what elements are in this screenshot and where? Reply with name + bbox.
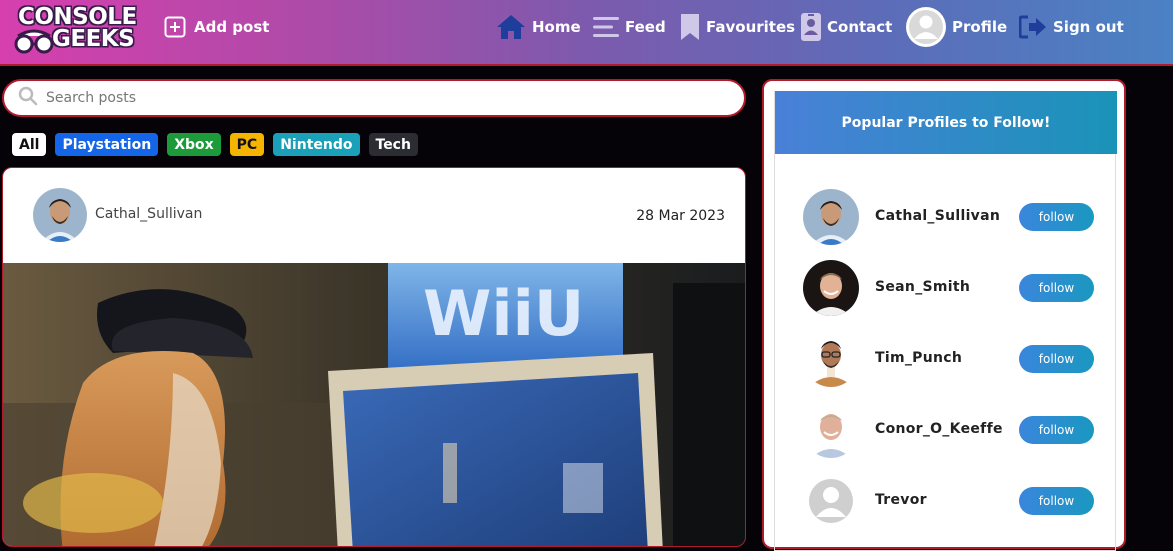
profile-row: Conor_O_Keeffe follow (775, 402, 1117, 462)
post-author-name[interactable]: Cathal_Sullivan (95, 206, 202, 222)
default-avatar-icon[interactable] (803, 473, 859, 529)
profile-avatar[interactable] (803, 402, 859, 458)
bookmark-icon (680, 13, 700, 41)
search-input[interactable] (46, 90, 696, 106)
add-post-link[interactable]: Add post (164, 16, 269, 38)
follow-button[interactable]: follow (1019, 487, 1094, 515)
nav-feed[interactable]: Feed (593, 12, 666, 42)
filter-tech[interactable]: Tech (368, 133, 418, 156)
contact-card-icon (801, 13, 821, 41)
console-geeks-logo[interactable]: CONSOLE GEEKS (12, 4, 137, 54)
add-post-label: Add post (194, 18, 270, 36)
profile-name[interactable]: Conor_O_Keeffe (875, 421, 1003, 437)
navbar: CONSOLE GEEKS Add post Home Feed Favouri… (0, 0, 1173, 66)
follow-button[interactable]: follow (1019, 345, 1094, 373)
nav-sign-out-label: Sign out (1053, 18, 1124, 36)
plus-square-icon (164, 16, 186, 38)
profile-avatar[interactable] (803, 189, 859, 245)
home-icon (496, 14, 526, 40)
post-header: Cathal_Sullivan 28 Mar 2023 (3, 168, 745, 263)
profile-row: Tim_Punch follow (775, 331, 1117, 391)
post-date: 28 Mar 2023 (636, 208, 725, 224)
post-card: Cathal_Sullivan 28 Mar 2023 WiiU (2, 167, 746, 547)
popular-profiles-title: Popular Profiles to Follow! (775, 91, 1117, 154)
sign-out-icon (1019, 15, 1047, 39)
nav-sign-out[interactable]: Sign out (1019, 12, 1124, 42)
nav-contact[interactable]: Contact (801, 12, 892, 42)
search-icon (18, 86, 38, 110)
nav-contact-label: Contact (827, 18, 893, 36)
geek-glasses-icon (14, 29, 54, 54)
profile-row: Sean_Smith follow (775, 260, 1117, 320)
nav-profile-label: Profile (952, 18, 1008, 36)
search-bar (2, 79, 746, 117)
nav-favourites[interactable]: Favourites (680, 12, 795, 42)
logo-line-1: CONSOLE (18, 4, 137, 30)
nav-home[interactable]: Home (496, 12, 581, 42)
profile-row: Cathal_Sullivan follow (775, 189, 1117, 249)
follow-button[interactable]: follow (1019, 416, 1094, 444)
follow-button[interactable]: follow (1019, 203, 1094, 231)
nav-profile[interactable]: Profile (906, 7, 1007, 47)
profile-name[interactable]: Cathal_Sullivan (875, 208, 1000, 224)
profile-name[interactable]: Trevor (875, 492, 927, 508)
profile-row: Trevor follow (775, 473, 1117, 533)
nav-feed-label: Feed (625, 18, 666, 36)
profile-avatar-icon (906, 7, 946, 47)
filter-xbox[interactable]: Xbox (167, 133, 221, 156)
logo-line-2: GEEKS (52, 26, 135, 52)
bars-icon (593, 16, 619, 38)
nav-favourites-label: Favourites (706, 18, 796, 36)
profile-avatar[interactable] (803, 331, 859, 387)
follow-button[interactable]: follow (1019, 274, 1094, 302)
post-image[interactable]: WiiU (3, 263, 745, 546)
category-filters: All Playstation Xbox PC Nintendo Tech (12, 133, 418, 156)
filter-playstation[interactable]: Playstation (55, 133, 159, 156)
profile-avatar[interactable] (803, 260, 859, 316)
filter-nintendo[interactable]: Nintendo (273, 133, 360, 156)
filter-all[interactable]: All (12, 133, 47, 156)
profile-name[interactable]: Sean_Smith (875, 279, 970, 295)
post-author-avatar[interactable] (33, 188, 87, 242)
profile-name[interactable]: Tim_Punch (875, 350, 962, 366)
popular-profiles-card: Popular Profiles to Follow! Cathal_Sulli… (774, 91, 1117, 551)
nav-home-label: Home (532, 18, 581, 36)
popular-profiles-panel: Popular Profiles to Follow! Cathal_Sulli… (762, 79, 1126, 551)
wiiu-sign-text: WiiU (423, 277, 584, 350)
filter-pc[interactable]: PC (229, 133, 265, 156)
